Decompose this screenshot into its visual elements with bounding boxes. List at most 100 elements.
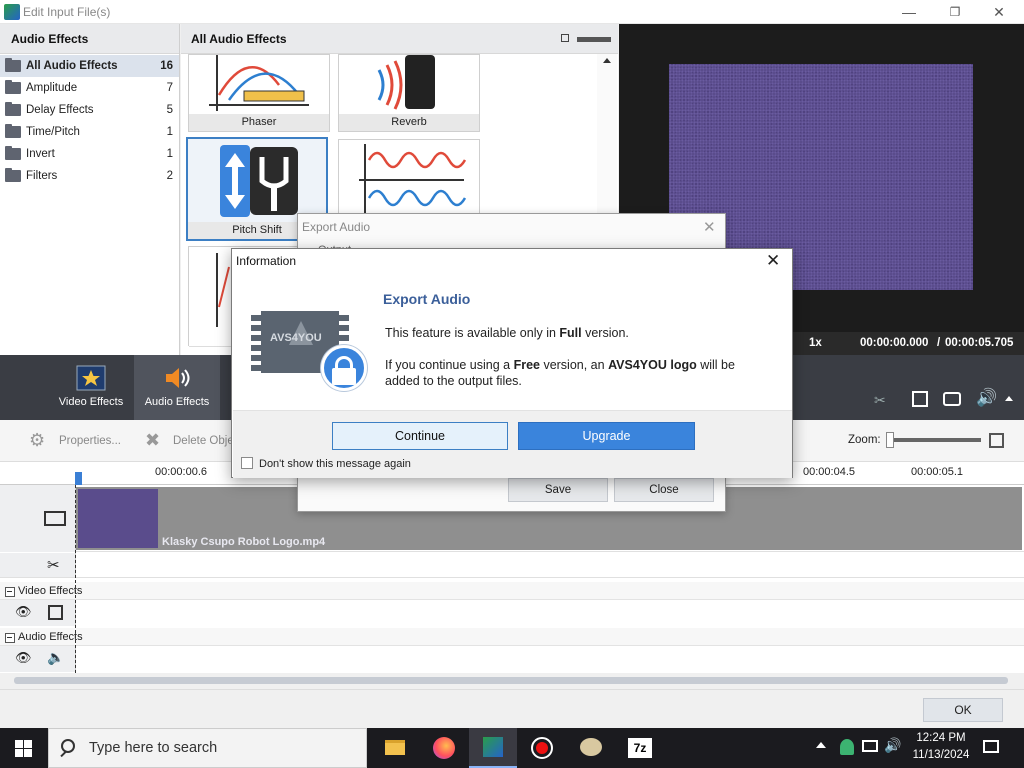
- split-icon[interactable]: ✂: [874, 392, 886, 409]
- dont-show-label: Don't show this message again: [259, 458, 411, 470]
- app-icon: [4, 4, 20, 20]
- category-item-time-pitch[interactable]: Time/Pitch 1: [0, 121, 179, 143]
- delete-icon: ✖: [145, 430, 161, 450]
- zoom-fit-icon[interactable]: [989, 433, 1004, 448]
- video-effects-track-header: 👁: [0, 600, 76, 626]
- category-count: 16: [160, 60, 173, 72]
- export-close-button[interactable]: Close: [614, 478, 714, 502]
- pitch-shift-thumbnail: [188, 139, 326, 223]
- size-slider[interactable]: [577, 37, 611, 42]
- ok-button[interactable]: OK: [923, 698, 1003, 722]
- category-count: 7: [166, 82, 173, 94]
- category-count: 1: [166, 126, 173, 138]
- folder-icon: [5, 58, 21, 72]
- zoom-slider-handle[interactable]: [886, 432, 894, 448]
- playback-speed[interactable]: 1x: [809, 337, 822, 349]
- clock-time[interactable]: 12:24 PM: [908, 732, 974, 744]
- continue-button[interactable]: Continue: [332, 422, 508, 450]
- taskbar-search-box[interactable]: Type here to search: [48, 728, 367, 768]
- timeline-hscrollbar[interactable]: [0, 673, 1024, 689]
- avs-video-editor-icon[interactable]: [469, 728, 517, 768]
- category-item-delay[interactable]: Delay Effects 5: [0, 99, 179, 121]
- save-button[interactable]: Save: [508, 478, 608, 502]
- scrollbar-thumb[interactable]: [14, 677, 1008, 684]
- audio-effects-button[interactable]: Audio Effects: [134, 355, 220, 420]
- speaker-tray-icon[interactable]: 🔊: [884, 737, 901, 754]
- category-item-all[interactable]: All Audio Effects 16: [0, 55, 179, 77]
- folder-icon: [5, 80, 21, 94]
- category-item-filters[interactable]: Filters 2: [0, 165, 179, 187]
- category-item-invert[interactable]: Invert 1: [0, 143, 179, 165]
- minimize-button[interactable]: —: [886, 0, 932, 24]
- recorder-icon[interactable]: [518, 728, 566, 768]
- network-icon[interactable]: [862, 740, 878, 752]
- file-explorer-icon[interactable]: [371, 728, 419, 768]
- category-item-amplitude[interactable]: Amplitude 7: [0, 77, 179, 99]
- effect-tile-phaser[interactable]: Phaser: [188, 54, 330, 132]
- info-line-full-version: This feature is available only in Full v…: [385, 326, 629, 340]
- close-button[interactable]: ✕: [976, 0, 1022, 24]
- tray-chevron-icon[interactable]: [816, 742, 826, 748]
- firefox-icon[interactable]: [420, 728, 468, 768]
- film-icon: [44, 511, 66, 526]
- chevron-up-icon[interactable]: [1005, 396, 1013, 401]
- windows-start-icon[interactable]: [15, 740, 32, 757]
- category-count: 2: [166, 170, 173, 182]
- notifications-icon[interactable]: [983, 740, 999, 753]
- playhead-line: [75, 485, 76, 673]
- video-track-header: [0, 485, 76, 552]
- export-close-icon[interactable]: ✕: [703, 218, 716, 236]
- delete-object-button[interactable]: Delete Obje: [173, 435, 234, 447]
- 7zip-icon[interactable]: 7z: [616, 728, 664, 768]
- clock-date[interactable]: 11/13/2024: [908, 749, 974, 761]
- paint-icon[interactable]: [567, 728, 615, 768]
- category-label: Filters: [26, 170, 58, 182]
- dont-show-checkbox[interactable]: Don't show this message again: [241, 457, 411, 470]
- eye-icon[interactable]: 👁: [15, 650, 32, 666]
- effect-tile-reverb[interactable]: Reverb: [338, 54, 480, 132]
- user-icon[interactable]: [840, 739, 854, 755]
- view-toggle-icon[interactable]: [561, 34, 569, 42]
- checkbox-box[interactable]: [241, 457, 253, 469]
- ruler-tick: 00:00:00.6: [155, 466, 207, 478]
- clip-thumbnail: [78, 489, 158, 548]
- speaker-icon[interactable]: 🔈: [47, 649, 64, 666]
- title-bar: Edit Input File(s) — ❐ ✕: [0, 0, 1024, 24]
- upgrade-button[interactable]: Upgrade: [518, 422, 695, 450]
- search-placeholder: Type here to search: [89, 740, 218, 756]
- category-label: Delay Effects: [26, 104, 94, 116]
- restore-button[interactable]: ❐: [932, 0, 978, 24]
- playhead[interactable]: [75, 472, 82, 485]
- video-effects-button[interactable]: Video Effects: [48, 355, 134, 420]
- folder-icon: [5, 102, 21, 116]
- properties-button[interactable]: Properties...: [59, 435, 121, 447]
- timeline-tracks: Klasky Csupo Robot Logo.mp4 ✂ Video Effe…: [0, 485, 1024, 673]
- ruler-tick: 00:00:05.1: [911, 466, 963, 478]
- eye-icon[interactable]: 👁: [15, 604, 32, 620]
- export-dialog-title: Export Audio: [302, 220, 371, 234]
- bottom-bar: OK: [0, 689, 1024, 728]
- info-dialog-title: Information: [236, 254, 297, 268]
- reverb-thumbnail: [339, 55, 479, 115]
- video-effects-label: Video Effects: [58, 396, 124, 408]
- info-dialog-content: AVS4YOU Export Audio This feature is ava…: [233, 273, 792, 410]
- snapshot-icon[interactable]: [943, 392, 961, 406]
- info-heading: Export Audio: [383, 291, 471, 307]
- category-header: Audio Effects: [0, 24, 179, 54]
- audio-effects-icon: [166, 368, 190, 388]
- video-effects-section[interactable]: Video Effects: [0, 582, 1024, 600]
- zoom-slider[interactable]: [889, 438, 981, 442]
- category-label: Amplitude: [26, 82, 78, 94]
- scroll-up-icon[interactable]: [603, 58, 611, 63]
- waves-thumbnail: [339, 140, 479, 220]
- fullscreen-icon[interactable]: [912, 391, 928, 407]
- category-count: 1: [166, 148, 173, 160]
- effect-icon[interactable]: [48, 605, 63, 620]
- audio-effects-label: Audio Effects: [144, 396, 210, 408]
- gear-icon: ⚙: [29, 430, 46, 450]
- volume-icon[interactable]: 🔊: [976, 388, 997, 408]
- info-close-icon[interactable]: ✕: [766, 251, 780, 271]
- audio-effects-section[interactable]: Audio Effects: [0, 628, 1024, 646]
- category-panel: Audio Effects All Audio Effects 16 Ampli…: [0, 24, 180, 355]
- gallery-header: All Audio Effects: [181, 24, 618, 54]
